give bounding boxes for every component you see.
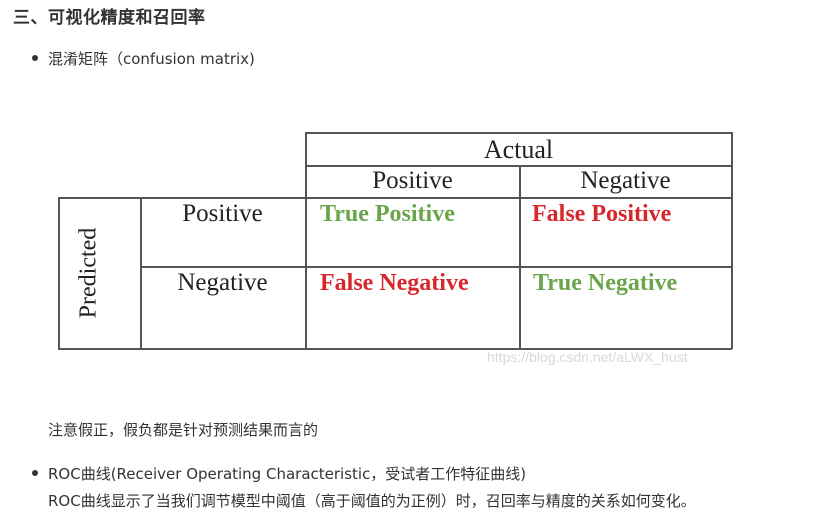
matrix-line <box>58 197 60 349</box>
roc-description: ROC曲线显示了当我们调节模型中阈值（高于阈值的为正例）时，召回率与精度的关系如… <box>48 492 696 510</box>
note-text: 注意假正，假负都是针对预测结果而言的 <box>48 421 319 439</box>
section-heading: 三、可视化精度和召回率 <box>13 8 206 28</box>
matrix-line <box>140 266 732 268</box>
cell-true-negative: True Negative <box>533 270 678 296</box>
row-negative-label: Negative <box>177 269 268 296</box>
column-positive-label: Positive <box>372 167 453 194</box>
bullet-text: 混淆矩阵（confusion matrix) <box>48 50 255 68</box>
predicted-label: Predicted <box>75 227 102 319</box>
cell-false-positive: False Positive <box>532 201 672 227</box>
matrix-line <box>58 197 732 199</box>
bullet-dot <box>32 470 38 476</box>
bullet-dot <box>32 55 38 61</box>
column-negative-label: Negative <box>580 167 671 194</box>
row-positive-label: Positive <box>182 200 263 227</box>
matrix-line <box>305 132 732 134</box>
bullet-text: ROC曲线(Receiver Operating Characteristic，… <box>48 465 527 483</box>
actual-label: Actual <box>483 135 554 164</box>
watermark: https://blog.csdn.net/aLWX_hust <box>487 349 688 365</box>
cell-true-positive: True Positive <box>320 201 455 227</box>
cell-false-negative: False Negative <box>320 270 469 296</box>
